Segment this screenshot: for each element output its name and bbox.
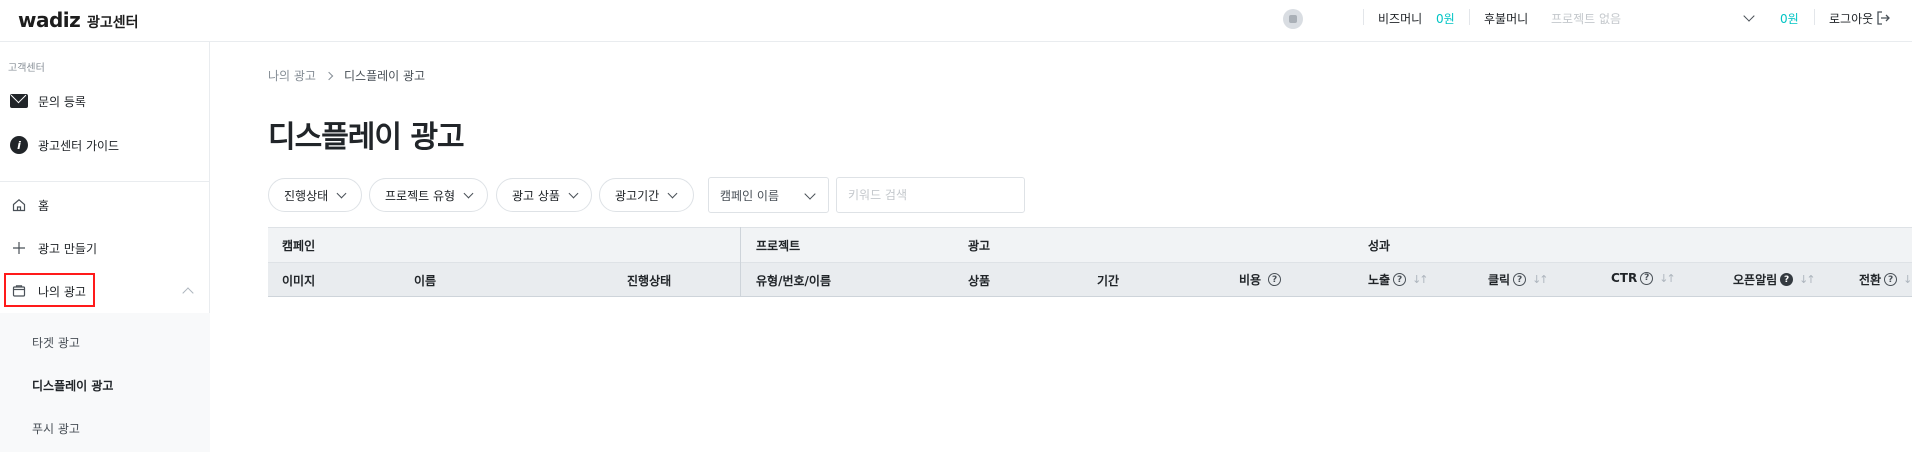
- col-cost: 비용 ?: [1239, 271, 1282, 288]
- help-icon[interactable]: ?: [1884, 273, 1898, 286]
- help-icon[interactable]: ?: [1268, 273, 1282, 286]
- campaign-select-value: 캠페인 이름: [720, 188, 780, 203]
- group-performance: 성과: [1368, 239, 1391, 253]
- header-divider: [1469, 9, 1470, 25]
- sidebar-item-create-ad[interactable]: 광고 만들기: [10, 238, 97, 258]
- col-label: 노출: [1368, 273, 1391, 287]
- logout-icon[interactable]: [1876, 11, 1890, 25]
- sidebar-item-label: 광고 만들기: [38, 241, 98, 256]
- sidebar-divider: [0, 181, 210, 182]
- filter-status-button[interactable]: 진행상태: [268, 178, 362, 212]
- table-group-header: [268, 227, 1912, 262]
- col-label: 오픈알림: [1733, 273, 1778, 287]
- chevron-down-icon: [804, 188, 816, 200]
- filter-project-type-button[interactable]: 프로젝트 유형: [369, 178, 488, 212]
- sidebar-item-label: 홈: [38, 198, 50, 213]
- column-divider: [740, 227, 741, 297]
- sort-icon[interactable]: ↓↑: [1532, 273, 1549, 286]
- col-label: CTR: [1611, 271, 1638, 285]
- sidebar-subitem-display[interactable]: 디스플레이 광고: [32, 377, 113, 394]
- filter-period-button[interactable]: 광고기간: [599, 178, 694, 212]
- chevron-down-icon: [568, 188, 579, 198]
- col-label: 비용: [1239, 273, 1262, 287]
- group-campaign: 캠페인: [282, 239, 316, 253]
- group-project: 프로젝트: [756, 239, 801, 253]
- home-icon: [12, 199, 26, 212]
- col-name: 이름: [414, 274, 437, 288]
- group-ad: 광고: [968, 239, 991, 253]
- breadcrumb: 나의 광고 디스플레이 광고: [268, 67, 425, 84]
- col-open-alarm[interactable]: 오픈알림 ? ↓↑: [1733, 271, 1816, 288]
- sidebar-item-guide[interactable]: i 광고센터 가이드: [10, 135, 119, 155]
- col-conversion[interactable]: 전환 ? ↓↑: [1859, 271, 1912, 288]
- sidebar-subitem-push[interactable]: 푸시 광고: [32, 420, 80, 437]
- sidebar-subitem-target[interactable]: 타겟 광고: [32, 334, 80, 351]
- help-icon[interactable]: ?: [1393, 273, 1407, 286]
- breadcrumb-item[interactable]: 나의 광고: [268, 67, 316, 84]
- postpaid-value[interactable]: 0원: [1780, 10, 1799, 27]
- chevron-down-icon: [667, 188, 678, 198]
- mail-icon: [10, 94, 28, 108]
- page-title: 디스플레이 광고: [268, 120, 465, 155]
- ad-center-title[interactable]: 광고센터: [87, 12, 139, 32]
- postpaid-label: 후불머니: [1484, 12, 1529, 26]
- chevron-down-icon[interactable]: [1743, 10, 1755, 22]
- avatar[interactable]: [1283, 9, 1303, 29]
- col-project: 유형/번호/이름: [756, 274, 832, 288]
- sort-icon[interactable]: ↓↑: [1659, 272, 1676, 285]
- sidebar-section-label: 고객센터: [8, 63, 45, 74]
- chevron-down-icon: [463, 188, 474, 198]
- help-icon[interactable]: ?: [1513, 273, 1527, 286]
- filter-label: 광고기간: [615, 188, 660, 203]
- filter-ad-product-button[interactable]: 광고 상품: [496, 178, 592, 212]
- breadcrumb-current: 디스플레이 광고: [343, 69, 426, 83]
- col-product: 상품: [968, 274, 991, 288]
- campaign-select[interactable]: 캠페인 이름: [708, 177, 829, 213]
- sidebar-item-home[interactable]: 홈: [10, 195, 49, 215]
- help-icon[interactable]: ?: [1780, 273, 1794, 286]
- highlight-box: [4, 273, 95, 307]
- biz-money-label: 비즈머니: [1378, 12, 1423, 26]
- col-impressions[interactable]: 노출 ? ↓↑: [1368, 271, 1429, 288]
- col-period: 기간: [1097, 274, 1120, 288]
- col-status: 진행상태: [627, 274, 672, 288]
- sort-icon[interactable]: ↓↑: [1412, 273, 1429, 286]
- wadiz-logo[interactable]: wadiz: [18, 8, 81, 32]
- filter-label: 프로젝트 유형: [385, 188, 456, 203]
- biz-money-value[interactable]: 0원: [1436, 10, 1455, 27]
- col-ctr[interactable]: CTR ? ↓↑: [1611, 271, 1676, 285]
- header-divider: [1814, 9, 1815, 25]
- logout-button[interactable]: 로그아웃: [1829, 10, 1873, 27]
- sidebar-item-label: 광고센터 가이드: [38, 138, 120, 153]
- plus-icon: [13, 242, 25, 254]
- header-divider: [1363, 9, 1364, 25]
- col-clicks[interactable]: 클릭 ? ↓↑: [1488, 271, 1549, 288]
- top-header: wadiz 광고센터 비즈머니 0원 후불머니 프로젝트 없음 0원 로그아웃: [0, 0, 1912, 42]
- help-icon[interactable]: ?: [1640, 271, 1654, 285]
- col-label: 전환: [1859, 273, 1882, 287]
- chevron-down-icon: [336, 188, 347, 198]
- search-input[interactable]: [836, 177, 1025, 213]
- filter-label: 광고 상품: [512, 188, 560, 203]
- chevron-right-icon: [324, 71, 334, 80]
- sidebar-item-inquiry[interactable]: 문의 등록: [10, 91, 86, 111]
- filter-label: 진행상태: [284, 188, 329, 203]
- sort-icon[interactable]: ↓↑: [1903, 273, 1912, 286]
- sort-icon[interactable]: ↓↑: [1799, 273, 1816, 286]
- col-image: 이미지: [282, 274, 316, 288]
- sidebar-item-label: 문의 등록: [38, 94, 86, 109]
- avatar-icon: [1289, 15, 1297, 23]
- col-label: 클릭: [1488, 273, 1511, 287]
- info-icon: i: [10, 136, 28, 154]
- project-select[interactable]: 프로젝트 없음: [1551, 10, 1621, 27]
